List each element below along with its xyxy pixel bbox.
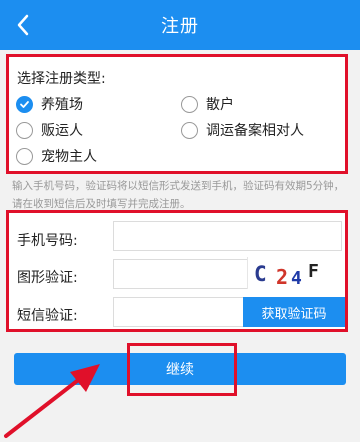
radio-option-label: 散户 [206,97,234,113]
radio-unchecked-icon [181,95,198,113]
get-code-button[interactable]: 获取验证码 [243,297,345,327]
captcha-char: F [308,261,319,282]
radio-option-farm[interactable]: 养殖场 [16,94,83,114]
radio-option-trader[interactable]: 贩运人 [16,120,83,140]
phone-input[interactable] [113,221,342,251]
captcha-glyphs: C 2 4 F [254,261,319,289]
sms-notice: 输入手机号码，验证码将以短信形式发送到手机，验证码有效期5分钟，请在收到短信后及… [12,180,345,210]
radio-option-transport-party[interactable]: 调运备案相对人 [181,120,304,140]
captcha-image[interactable]: C 2 4 F [247,257,343,289]
registration-type-panel: 选择注册类型: 养殖场 散户 贩运人 调运备案相对人 宠物主人 [6,54,348,174]
sms-code-input[interactable] [113,297,244,327]
page-title: 注册 [161,16,199,37]
radio-option-label: 养殖场 [41,97,83,113]
registration-type-heading: 选择注册类型: [17,71,106,87]
captcha-char: C [254,262,267,286]
sms-label: 短信验证: [17,308,78,324]
back-button[interactable] [8,9,38,41]
radio-checked-icon [16,95,33,113]
continue-button[interactable]: 继续 [14,353,346,385]
radio-option-label: 贩运人 [41,123,83,139]
captcha-char: 4 [291,268,302,289]
captcha-label: 图形验证: [17,270,78,286]
verification-form: 手机号码: 图形验证: C 2 4 F 短信验证: 获取验证码 [6,210,348,332]
captcha-input[interactable] [113,259,248,289]
radio-option-label: 宠物主人 [41,149,97,165]
captcha-char: 2 [276,265,288,289]
radio-unchecked-icon [16,147,33,165]
chevron-left-icon [17,14,29,36]
phone-label: 手机号码: [17,233,78,249]
radio-option-pet-owner[interactable]: 宠物主人 [16,146,97,166]
top-bar: 注册 [0,0,360,50]
radio-unchecked-icon [16,121,33,139]
radio-unchecked-icon [181,121,198,139]
radio-option-retail[interactable]: 散户 [181,94,234,114]
radio-option-label: 调运备案相对人 [206,123,304,139]
